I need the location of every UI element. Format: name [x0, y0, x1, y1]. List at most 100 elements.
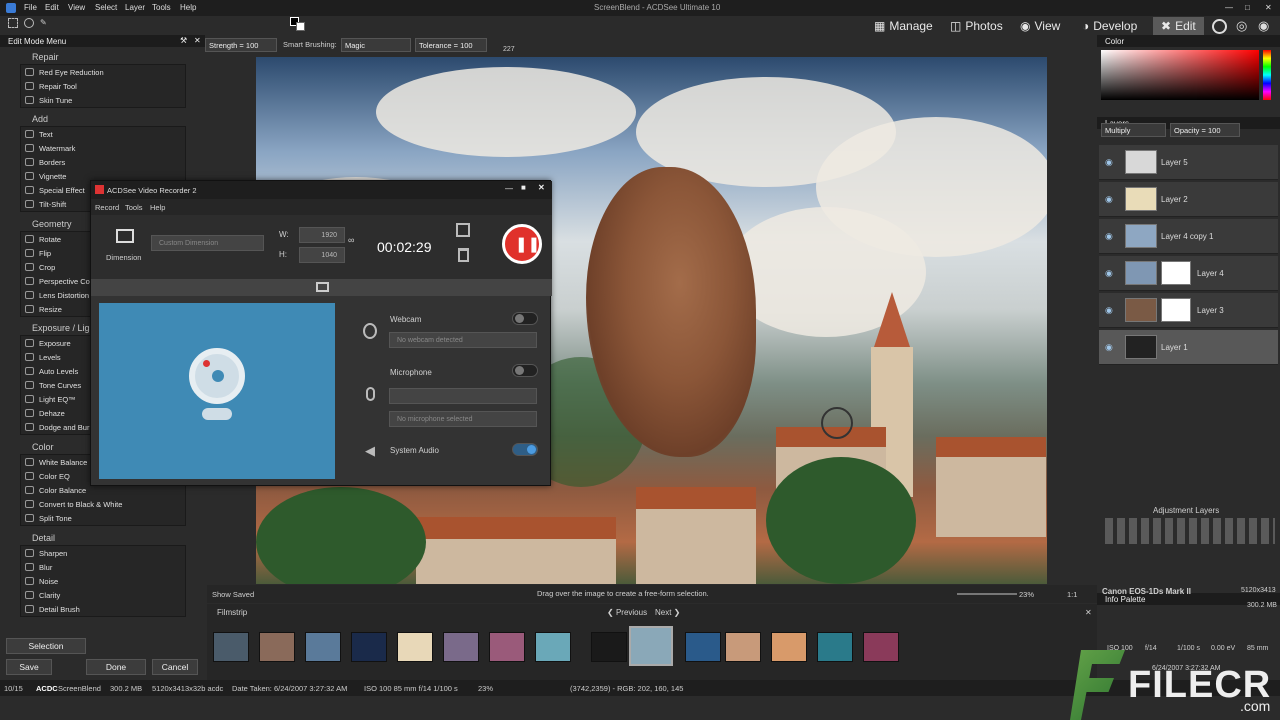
film-thumbnail[interactable] — [489, 632, 525, 662]
tool-skin-tune[interactable]: Skin Tune — [21, 93, 185, 107]
cancel-button[interactable]: Cancel — [152, 659, 198, 675]
tool-noise[interactable]: Noise — [21, 574, 185, 588]
layer-row[interactable]: ◉ Layer 2 — [1099, 182, 1278, 217]
menu-edit[interactable]: Edit — [45, 3, 59, 12]
menu-tools[interactable]: Tools — [152, 3, 171, 12]
film-thumbnail[interactable] — [305, 632, 341, 662]
microphone-select[interactable]: No microphone selected — [389, 411, 537, 427]
layer-mask-thumbnail[interactable] — [1161, 261, 1191, 285]
visibility-eye-icon[interactable]: ◉ — [1105, 194, 1113, 205]
filmstrip-next[interactable]: Next ❯ — [655, 608, 680, 617]
tool-repair-tool[interactable]: Repair Tool — [21, 79, 185, 93]
minimize-icon[interactable]: — — [1225, 3, 1233, 12]
webcam-select[interactable]: No webcam detected — [389, 332, 537, 348]
height-input[interactable]: 1040 — [299, 247, 345, 263]
film-thumbnail[interactable] — [259, 632, 295, 662]
link-icon[interactable]: ∞ — [348, 235, 354, 245]
tool-blur[interactable]: Blur — [21, 560, 185, 574]
filmstrip-previous[interactable]: ❮ Previous — [607, 608, 647, 617]
menu-view[interactable]: View — [68, 3, 85, 12]
close-icon[interactable]: ✕ — [1265, 3, 1272, 12]
tool-clarity[interactable]: Clarity — [21, 588, 185, 602]
film-thumbnail[interactable] — [591, 632, 627, 662]
recorder-close-icon[interactable]: ✕ — [538, 183, 545, 192]
365-icon[interactable] — [1212, 19, 1227, 34]
globe-icon[interactable]: ◎ — [1236, 18, 1247, 34]
menu-file[interactable]: File — [24, 3, 37, 12]
tool-detail-brush[interactable]: Detail Brush — [21, 602, 185, 616]
mode-manage[interactable]: ▦ Manage — [874, 17, 933, 35]
group-repair[interactable]: Repair — [20, 52, 59, 62]
zoom-slider[interactable] — [957, 593, 1017, 595]
width-input[interactable]: 1920 — [299, 227, 345, 243]
recorder-menu-help[interactable]: Help — [150, 203, 165, 212]
color-picker[interactable] — [1101, 50, 1259, 100]
film-thumbnail[interactable] — [725, 632, 761, 662]
visibility-eye-icon[interactable]: ◉ — [1105, 305, 1113, 316]
smart-brushing-select[interactable]: Magic — [341, 38, 411, 52]
trash-icon[interactable] — [458, 248, 469, 262]
marquee-icon[interactable] — [8, 18, 18, 28]
group-color[interactable]: Color — [20, 442, 54, 452]
pin-icon[interactable]: ⚒ — [180, 36, 187, 45]
film-thumbnail[interactable] — [629, 626, 673, 666]
film-thumbnail[interactable] — [817, 632, 853, 662]
recorder-menu-record[interactable]: Record — [95, 203, 119, 212]
mode-edit[interactable]: ✖ Edit — [1153, 17, 1204, 35]
blend-mode-select[interactable]: Multiply — [1101, 123, 1166, 137]
film-thumbnail[interactable] — [863, 632, 899, 662]
mode-view[interactable]: ◉ View — [1020, 17, 1060, 35]
layer-row[interactable]: ◉ Layer 5 — [1099, 145, 1278, 180]
film-thumbnail[interactable] — [535, 632, 571, 662]
show-saved-button[interactable]: Show Saved — [212, 590, 254, 599]
eye-toggle-icon[interactable]: ◉ — [1258, 18, 1269, 34]
tool-text[interactable]: Text — [21, 127, 185, 141]
visibility-eye-icon[interactable]: ◉ — [1105, 268, 1113, 279]
actual-size-button[interactable]: 1:1 — [1067, 590, 1077, 599]
menu-help[interactable]: Help — [180, 3, 196, 12]
visibility-eye-icon[interactable]: ◉ — [1105, 157, 1113, 168]
layer-row[interactable]: ◉ Layer 4 copy 1 — [1099, 219, 1278, 254]
hue-slider[interactable] — [1263, 50, 1271, 100]
group-add[interactable]: Add — [20, 114, 48, 124]
layer-row[interactable]: ◉ Layer 4 — [1099, 256, 1278, 291]
menu-layer[interactable]: Layer — [125, 3, 145, 12]
selection-button[interactable]: Selection — [6, 638, 86, 654]
close-panel-icon[interactable]: ✕ — [194, 36, 201, 45]
recorder-maximize-icon[interactable]: ■ — [521, 183, 526, 192]
menu-select[interactable]: Select — [95, 3, 117, 12]
maximize-icon[interactable]: □ — [1245, 3, 1250, 12]
tool-split-tone[interactable]: Split Tone — [21, 511, 185, 525]
opacity-field[interactable]: Opacity = 100 — [1170, 123, 1240, 137]
tool-sharpen[interactable]: Sharpen — [21, 546, 185, 560]
group-geometry[interactable]: Geometry — [20, 219, 72, 229]
layer-row[interactable]: ◉ Layer 1 — [1099, 330, 1278, 365]
mode-photos[interactable]: ◫ Photos — [950, 17, 1003, 35]
zoom-readout[interactable]: 23% — [1019, 590, 1034, 599]
recorder-menu-tools[interactable]: Tools — [125, 203, 143, 212]
recorder-minimize-icon[interactable]: — — [505, 184, 513, 193]
close-filmstrip-icon[interactable]: ✕ — [1085, 608, 1092, 617]
pause-button[interactable]: ❚❚ — [502, 224, 542, 264]
collapse-icon[interactable] — [316, 282, 329, 292]
color-swatch-bg-icon[interactable] — [296, 22, 305, 31]
visibility-eye-icon[interactable]: ◉ — [1105, 342, 1113, 353]
strength-field[interactable]: Strength = 100 — [205, 38, 277, 52]
dimension-select[interactable]: Custom Dimension — [151, 235, 264, 251]
lasso-icon[interactable] — [24, 18, 34, 28]
adjustment-icons[interactable] — [1105, 518, 1275, 544]
save-recording-icon[interactable] — [456, 223, 470, 237]
save-button[interactable]: Save — [6, 659, 52, 675]
tool-borders[interactable]: Borders — [21, 155, 185, 169]
visibility-eye-icon[interactable]: ◉ — [1105, 231, 1113, 242]
webcam-toggle[interactable] — [512, 312, 538, 325]
film-thumbnail[interactable] — [771, 632, 807, 662]
film-thumbnail[interactable] — [685, 632, 721, 662]
film-thumbnail[interactable] — [213, 632, 249, 662]
film-thumbnail[interactable] — [443, 632, 479, 662]
film-thumbnail[interactable] — [351, 632, 387, 662]
tool-red-eye-reduction[interactable]: Red Eye Reduction — [21, 65, 185, 79]
layer-mask-thumbnail[interactable] — [1161, 298, 1191, 322]
film-thumbnail[interactable] — [397, 632, 433, 662]
layer-row[interactable]: ◉ Layer 3 — [1099, 293, 1278, 328]
